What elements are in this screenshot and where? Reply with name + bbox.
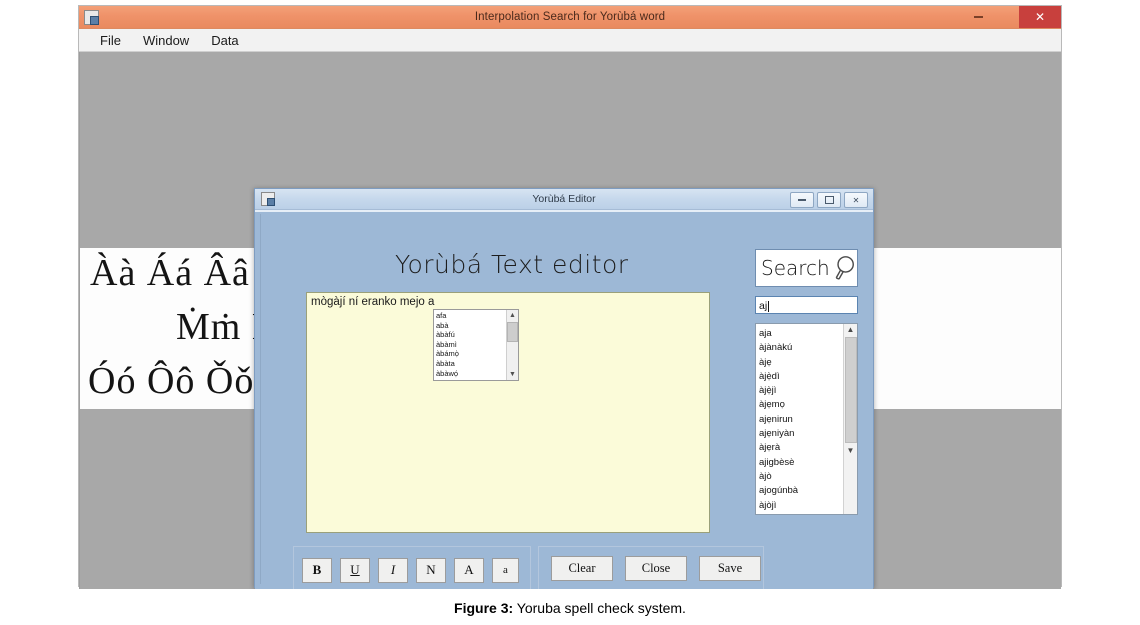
editor-close-icon[interactable]: ✕ <box>844 192 868 208</box>
formatting-toolbar: B U I N A a <box>293 546 531 589</box>
application-titlebar[interactable]: Interpolation Search for Yorùbá word ✕ <box>79 6 1061 29</box>
uppercase-button[interactable]: A <box>454 557 484 583</box>
figure-caption: Figure 3: Yoruba spell check system. <box>0 600 1140 616</box>
list-item[interactable]: afa <box>436 311 506 321</box>
scrollbar-thumb[interactable] <box>844 337 857 443</box>
search-input-value: aj <box>759 300 768 312</box>
list-item[interactable]: àjànàkú <box>759 341 843 355</box>
text-cursor <box>768 300 770 312</box>
screenshot-root: Interpolation Search for Yorùbá word ✕ F… <box>0 0 1140 625</box>
figure-number: Figure 3: <box>454 600 514 616</box>
application-workspace: Àà Áá Ââ Ǎǎ Ẹẹ Ẹ́ẹ́ Ẹ̀ẹ̀ Ìì Íí Îî Ǐǐ Ṁṁ … <box>79 52 1061 589</box>
bold-button[interactable]: B <box>302 557 332 583</box>
scroll-up-icon[interactable]: ▲ <box>847 324 855 335</box>
list-item[interactable]: àbámọ̀ <box>436 349 506 359</box>
italic-button[interactable]: I <box>378 557 408 583</box>
yoruba-editor-dialog: Yorùbá Editor ✕ Yorùbá Text editor mògàj… <box>254 188 874 589</box>
application-title: Interpolation Search for Yorùbá word <box>474 11 666 23</box>
search-label: Search <box>761 256 830 280</box>
suggestion-listbox[interactable]: afa abà àbàfú àbàmì àbámọ̀ àbàta àbàwọ́ … <box>433 309 519 381</box>
list-item[interactable]: àjò <box>759 470 843 484</box>
editor-heading: Yorùbá Text editor <box>395 250 629 279</box>
list-item[interactable]: àjẹ <box>759 356 843 370</box>
list-item[interactable]: ajigbèsè <box>759 456 843 470</box>
scroll-down-icon[interactable]: ▼ <box>847 445 855 456</box>
close-icon[interactable]: ✕ <box>1019 6 1061 28</box>
normal-button[interactable]: N <box>416 557 446 583</box>
save-button[interactable]: Save <box>699 556 761 581</box>
list-item[interactable]: aja <box>759 327 843 341</box>
list-item[interactable]: àbàta <box>436 359 506 369</box>
suggestion-items[interactable]: afa abà àbàfú àbàmì àbámọ̀ àbàta àbàwọ́ <box>434 310 506 380</box>
scroll-down-icon[interactable]: ▼ <box>509 369 516 380</box>
list-item[interactable]: àjẹ̀jì <box>759 384 843 398</box>
list-item[interactable]: àjòjì <box>759 499 843 513</box>
restore-button[interactable] <box>992 6 1019 28</box>
menu-item-window[interactable]: Window <box>132 31 200 50</box>
minimize-icon[interactable] <box>965 6 992 28</box>
close-button[interactable]: Close <box>625 556 687 581</box>
action-button-group: Clear Close Save <box>538 546 764 589</box>
list-item[interactable]: abà <box>436 321 506 331</box>
menu-item-data[interactable]: Data <box>200 31 249 50</box>
clear-button[interactable]: Clear <box>551 556 613 581</box>
editor-title: Yorùbá Editor <box>532 193 596 205</box>
editor-surface: Yorùbá Text editor mògàjí ní eranko mejo… <box>255 210 873 589</box>
list-item[interactable]: ajẹniyàn <box>759 427 843 441</box>
list-item[interactable]: àjẹ̀dì <box>759 370 843 384</box>
list-item[interactable]: àbàmì <box>436 340 506 350</box>
search-input[interactable]: aj <box>755 296 858 314</box>
editor-minimize-icon[interactable] <box>790 192 814 208</box>
editor-maximize-icon[interactable] <box>817 192 841 208</box>
list-item[interactable]: ajogúnbà <box>759 484 843 498</box>
list-item[interactable]: àbàfú <box>436 330 506 340</box>
list-item[interactable]: àjẹrà <box>759 441 843 455</box>
editor-window-controls: ✕ <box>790 192 868 208</box>
list-item[interactable]: ajẹnirun <box>759 413 843 427</box>
search-label-box: Search <box>755 249 858 287</box>
search-results-items[interactable]: aja àjànàkú àjẹ àjẹ̀dì àjẹ̀jì àjẹmọ ajẹn… <box>756 324 843 514</box>
suggestion-scrollbar[interactable]: ▲ ▼ <box>506 310 518 380</box>
list-item[interactable]: àbàwọ́ <box>436 369 506 379</box>
window-controls: ✕ <box>965 6 1061 28</box>
scroll-up-icon[interactable]: ▲ <box>509 310 516 321</box>
menu-item-file[interactable]: File <box>89 31 132 50</box>
application-menubar: File Window Data <box>79 29 1061 52</box>
editor-titlebar[interactable]: Yorùbá Editor ✕ <box>255 189 873 210</box>
results-scrollbar[interactable]: ▲ ▼ <box>843 324 857 514</box>
underline-button[interactable]: U <box>340 557 370 583</box>
document-text: mògàjí ní eranko mejo a <box>311 296 435 308</box>
figure-caption-text: Yoruba spell check system. <box>513 600 686 616</box>
lowercase-button[interactable]: a <box>492 557 519 583</box>
application-window: Interpolation Search for Yorùbá word ✕ F… <box>78 5 1062 589</box>
list-item[interactable]: àjẹmọ <box>759 398 843 412</box>
document-textarea[interactable]: mògàjí ní eranko mejo a afa abà àbàfú àb… <box>306 292 710 533</box>
magnifier-icon <box>835 256 854 280</box>
scrollbar-thumb[interactable] <box>507 322 518 342</box>
search-results-listbox[interactable]: aja àjànàkú àjẹ àjẹ̀dì àjẹ̀jì àjẹmọ ajẹn… <box>755 323 858 515</box>
